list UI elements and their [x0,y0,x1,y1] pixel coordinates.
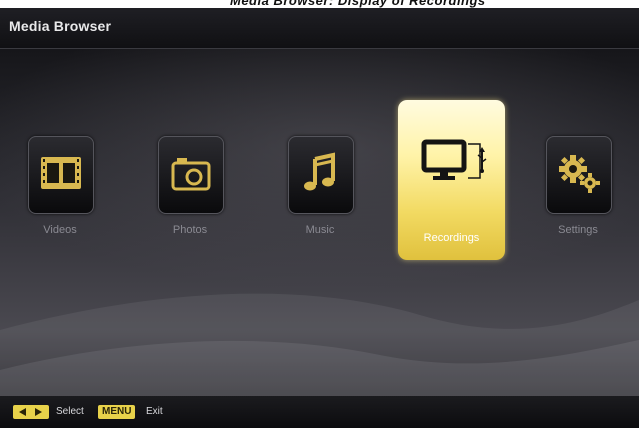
footer-bar: Select MENU Exit [0,396,639,428]
arrow-left-icon [19,408,26,416]
menu-label-music: Music [305,224,335,236]
footer-exit-label: Exit [146,406,163,417]
menu-key-badge: MENU [98,405,136,419]
left-right-arrows-icon [13,405,49,419]
menu-tile-recordings[interactable]: Recordings [398,100,505,260]
top-caption: Media Browser: Display of Recordings [230,0,486,8]
top-caption-strip: Media Browser: Display of Recordings [0,0,639,8]
gears-icon [555,151,603,195]
media-browser-screen: Media Browser: Display of Recordings Med… [0,0,639,428]
film-icon [37,151,85,195]
menu-tile-photos[interactable] [158,136,224,214]
menu-tile-settings[interactable] [546,136,612,214]
music-note-icon [297,151,345,195]
page-title: Media Browser [9,18,112,34]
menu-label-settings: Settings [558,224,598,236]
background-wave [0,293,639,400]
menu-tile-videos[interactable] [28,136,94,214]
footer-select-label: Select [56,406,84,417]
menu-label-videos: Videos [43,224,77,236]
monitor-usb-icon [420,138,492,186]
header-bar: Media Browser [0,8,639,49]
camera-icon [167,151,215,195]
arrow-right-icon [35,408,42,416]
menu-label-recordings: Recordings [423,232,480,244]
menu-label-photos: Photos [172,224,208,236]
menu-tile-music[interactable] [288,136,354,214]
